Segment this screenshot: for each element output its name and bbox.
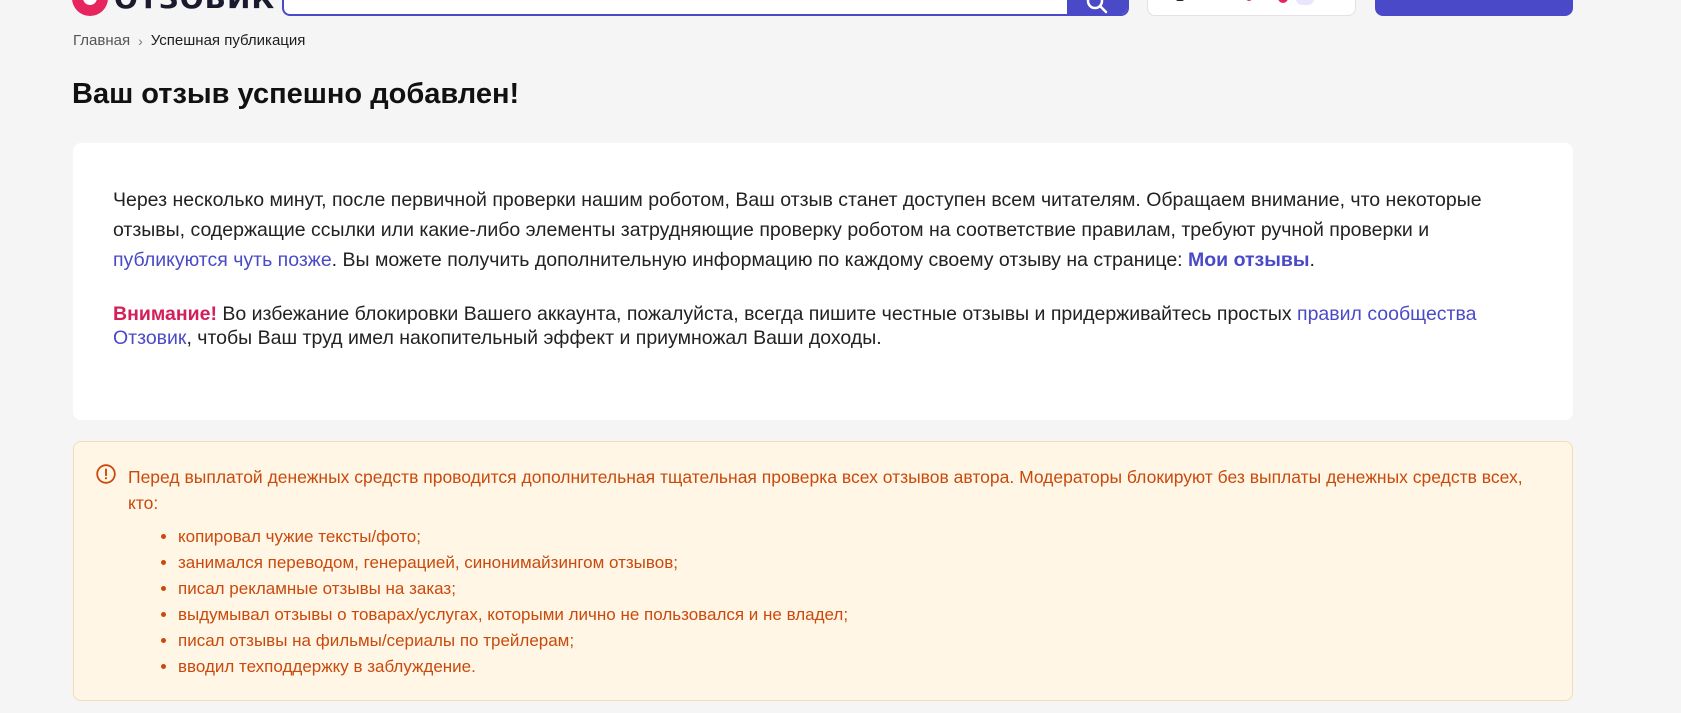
breadcrumb-separator: › [138, 32, 143, 49]
alert-lead-text: Перед выплатой денежных средств проводит… [128, 467, 1523, 513]
list-item: копировал чужие тексты/фото; [178, 524, 1542, 550]
search-input[interactable] [284, 0, 1096, 14]
list-item: занимался переводом, генерацией, синоним… [178, 550, 1542, 576]
my-reviews-link[interactable]: Мои отзывы [1188, 249, 1310, 271]
success-card: Через несколько минут, после первичной п… [73, 143, 1573, 420]
breadcrumb: Главная › Успешная публикация [73, 32, 305, 49]
payout-warning-alert: Перед выплатой денежных средств проводит… [73, 441, 1573, 701]
avatar-badge-icon [1278, 0, 1288, 3]
info-text-3: . [1309, 249, 1315, 271]
info-text-1: Через несколько минут, после первичной п… [113, 189, 1482, 241]
list-item: выдумывал отзывы о товарах/услугах, кото… [178, 602, 1542, 628]
notification-dot-icon [1246, 0, 1252, 1]
balance-icon [1176, 0, 1184, 1]
search-icon [1086, 0, 1108, 14]
site-header: ОТЗОВИК [0, 0, 1681, 20]
user-panel[interactable] [1147, 0, 1356, 16]
search-bar [282, 0, 1129, 16]
blocked-reasons-list: копировал чужие тексты/фото; занимался п… [128, 524, 1542, 680]
breadcrumb-home-link[interactable]: Главная [73, 32, 130, 49]
list-item: писал отзывы на фильмы/сериалы по трейле… [178, 628, 1542, 654]
warning-paragraph: Внимание! Во избежание блокировки Вашего… [113, 302, 1533, 350]
logo-text: ОТЗОВИК [114, 0, 275, 15]
info-paragraph: Через несколько минут, после первичной п… [113, 185, 1533, 275]
attention-label: Внимание! [113, 303, 217, 325]
warning-text-2: , чтобы Ваш труд имел накопительный эффе… [186, 327, 882, 349]
exclamation-circle-icon [96, 464, 116, 484]
avatar[interactable] [1296, 0, 1314, 5]
page-title: Ваш отзыв успешно добавлен! [72, 78, 520, 110]
search-button[interactable] [1067, 0, 1127, 14]
list-item: вводил техподдержку в заблуждение. [178, 654, 1542, 680]
published-later-link[interactable]: публикуются чуть позже [113, 249, 332, 271]
list-item: писал рекламные отзывы на заказ; [178, 576, 1542, 602]
info-text-2: . Вы можете получить дополнительную инфо… [331, 249, 1189, 271]
warning-text-1: Во избежание блокировки Вашего аккаунта,… [216, 303, 1298, 325]
logo-mark-icon [72, 0, 108, 16]
write-review-button[interactable] [1375, 0, 1573, 16]
breadcrumb-current: Успешная публикация [150, 32, 306, 49]
site-logo[interactable]: ОТЗОВИК [72, 0, 275, 16]
